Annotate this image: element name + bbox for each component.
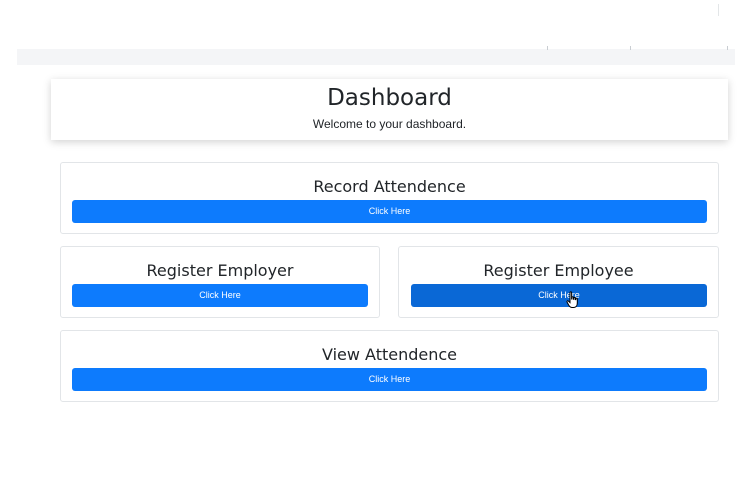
record-attendence-card: Record Attendence Click Here bbox=[60, 162, 719, 234]
nav-divider bbox=[547, 46, 548, 50]
card-title: Register Employer bbox=[146, 261, 294, 280]
dashboard-header: Dashboard Welcome to your dashboard. bbox=[51, 79, 728, 140]
view-attendence-button[interactable]: Click Here bbox=[72, 368, 707, 391]
page-subtitle: Welcome to your dashboard. bbox=[312, 117, 467, 131]
card-title: Record Attendence bbox=[313, 177, 466, 196]
nav-divider bbox=[727, 46, 728, 50]
hand-pointer-icon bbox=[566, 291, 578, 308]
register-employee-card: Register Employee Click Here bbox=[398, 246, 719, 318]
nav-divider bbox=[630, 46, 631, 50]
card-title: View Attendence bbox=[321, 345, 458, 364]
record-attendence-button[interactable]: Click Here bbox=[72, 200, 707, 223]
top-nav-bar bbox=[17, 49, 735, 65]
view-attendence-card: View Attendence Click Here bbox=[60, 330, 719, 402]
register-employer-card: Register Employer Click Here bbox=[60, 246, 380, 318]
card-title: Register Employee bbox=[483, 261, 634, 280]
register-employee-button[interactable]: Click Here bbox=[411, 284, 707, 307]
register-employer-button[interactable]: Click Here bbox=[72, 284, 368, 307]
window-edge bbox=[718, 4, 719, 16]
page-title: Dashboard bbox=[327, 85, 452, 111]
